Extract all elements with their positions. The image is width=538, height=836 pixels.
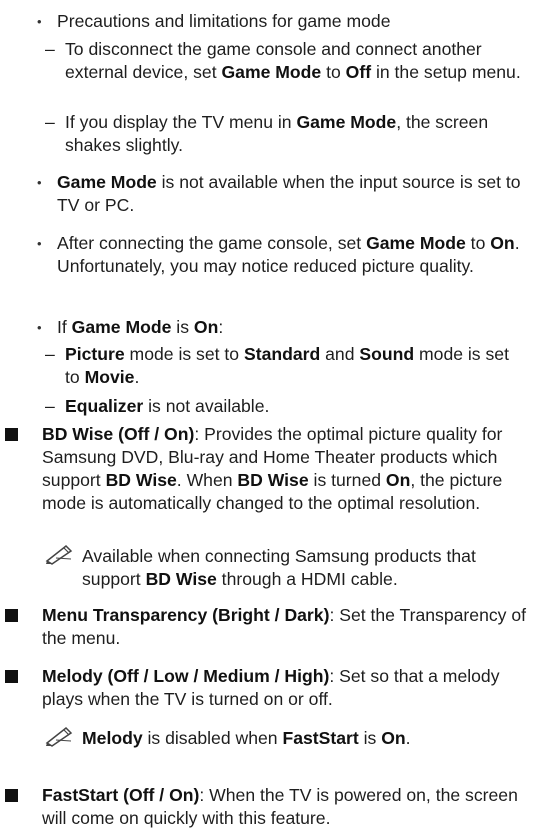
- bold-term: On: [490, 233, 515, 253]
- dash-text: If you display the TV menu in Game Mode,…: [65, 112, 489, 155]
- bullet-dot: •: [37, 236, 42, 251]
- square-bullet-icon: [5, 609, 18, 622]
- bold-term: Melody: [82, 728, 143, 748]
- manual-page: • Precautions and limitations for game m…: [0, 0, 538, 836]
- dash-mark: –: [45, 344, 55, 364]
- dash-item-disconnect: – To disconnect the game console and con…: [45, 38, 527, 84]
- item-text: Melody (Off / Low / Medium / High): Set …: [42, 666, 500, 709]
- bullet-if-game-mode-on: • If Game Mode is On:: [37, 316, 527, 339]
- bold-term: Game Mode: [71, 317, 172, 337]
- bold-term: FastStart (Off / On): [42, 785, 200, 805]
- square-bullet-icon: [5, 428, 18, 441]
- bold-term: Picture: [65, 344, 125, 364]
- menu-item-bd-wise: BD Wise (Off / On): Provides the optimal…: [5, 423, 530, 515]
- dash-item-equalizer: – Equalizer is not available.: [45, 395, 527, 418]
- dash-text: Equalizer is not available.: [65, 396, 270, 416]
- dash-mark: –: [45, 112, 55, 132]
- item-text: Menu Transparency (Bright / Dark): Set t…: [42, 605, 527, 648]
- bullet-dot: •: [37, 175, 42, 190]
- bold-term: Movie: [84, 367, 135, 387]
- square-bullet-icon: [5, 670, 18, 683]
- bold-term: Sound: [359, 344, 415, 364]
- menu-item-faststart: FastStart (Off / On): When the TV is pow…: [5, 784, 530, 830]
- bold-term: On: [193, 317, 219, 337]
- bold-term: FastStart: [282, 728, 359, 748]
- bullet-text: Game Mode is not available when the inpu…: [57, 172, 521, 215]
- dash-item-picture-mode: – Picture mode is set to Standard and So…: [45, 343, 527, 389]
- square-bullet-icon: [5, 789, 18, 802]
- note-bd-wise: Available when connecting Samsung produc…: [45, 544, 532, 591]
- bold-term: BD Wise (Off / On): [42, 424, 195, 444]
- bullet-text: If Game Mode is On:: [57, 317, 224, 337]
- dash-mark: –: [45, 396, 55, 416]
- bullet-precautions: • Precautions and limitations for game m…: [37, 10, 527, 33]
- bullet-text: After connecting the game console, set G…: [57, 233, 520, 276]
- dash-text: Picture mode is set to Standard and Soun…: [65, 344, 509, 387]
- dash-mark: –: [45, 39, 55, 59]
- dash-item-tv-menu: – If you display the TV menu in Game Mod…: [45, 111, 527, 157]
- bold-term: Game Mode: [296, 112, 397, 132]
- bullet-text: Precautions and limitations for game mod…: [57, 11, 391, 31]
- bold-term: On: [385, 470, 411, 490]
- bold-term: Game Mode: [221, 62, 322, 82]
- pencil-note-icon: [45, 544, 73, 565]
- note-text: Available when connecting Samsung produc…: [82, 546, 476, 589]
- bold-term: Equalizer: [65, 396, 144, 416]
- pencil-note-icon: [45, 726, 73, 747]
- item-text: BD Wise (Off / On): Provides the optimal…: [42, 424, 503, 513]
- bullet-after-connecting: • After connecting the game console, set…: [37, 232, 527, 278]
- bullet-not-available: • Game Mode is not available when the in…: [37, 171, 527, 217]
- bold-term: BD Wise: [145, 569, 217, 589]
- bold-term: On: [381, 728, 406, 748]
- item-text: FastStart (Off / On): When the TV is pow…: [42, 785, 518, 828]
- bold-term: Off: [345, 62, 372, 82]
- note-text: Melody is disabled when FastStart is On.: [82, 728, 411, 748]
- bold-term: Standard: [243, 344, 321, 364]
- bullet-dot: •: [37, 320, 42, 335]
- bold-term: Game Mode: [57, 172, 157, 192]
- menu-item-menu-transparency: Menu Transparency (Bright / Dark): Set t…: [5, 604, 530, 650]
- menu-item-melody: Melody (Off / Low / Medium / High): Set …: [5, 665, 530, 711]
- bold-term: BD Wise: [105, 470, 177, 490]
- bold-term: BD Wise: [237, 470, 309, 490]
- bullet-dot: •: [37, 14, 42, 29]
- dash-text: To disconnect the game console and conne…: [65, 39, 521, 82]
- bold-term: Game Mode: [366, 233, 466, 253]
- bold-term: Melody (Off / Low / Medium / High): [42, 666, 330, 686]
- bold-term: Menu Transparency (Bright / Dark): [42, 605, 330, 625]
- note-melody: Melody is disabled when FastStart is On.: [45, 726, 532, 750]
